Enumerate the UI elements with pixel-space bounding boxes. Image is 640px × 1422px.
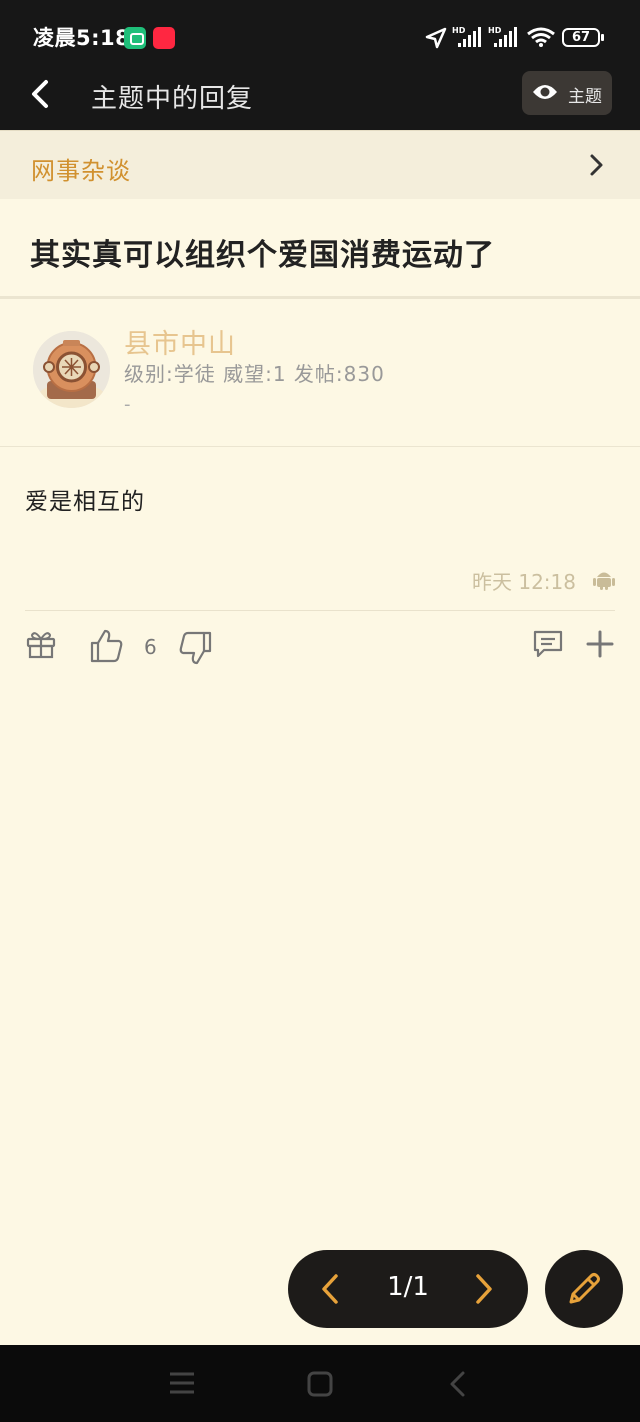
- thumbs-up-icon[interactable]: [89, 628, 125, 664]
- cell-signal-1-icon: HD: [452, 26, 481, 47]
- status-bar: 凌晨5:18 HD HD 67: [0, 0, 640, 76]
- pager: 1/1: [288, 1250, 528, 1328]
- thread-title[interactable]: 其实真可以组织个爱国消费运动了: [30, 230, 495, 274]
- location-icon: [425, 27, 447, 49]
- wifi-icon: [527, 27, 555, 47]
- diving-helmet-avatar-icon: [33, 331, 110, 408]
- like-count: 6: [144, 635, 157, 659]
- chevron-right-icon: [590, 154, 603, 176]
- author-signature: -: [124, 394, 131, 415]
- eye-icon: [533, 85, 557, 99]
- menu-icon[interactable]: [168, 1371, 196, 1395]
- plus-icon[interactable]: [586, 630, 614, 658]
- svg-text:HD: HD: [452, 26, 466, 35]
- topic-button-label: 主题: [568, 87, 602, 107]
- app-notification-icon: [153, 27, 175, 49]
- svg-text:HD: HD: [488, 26, 502, 35]
- cell-signal-2-icon: HD: [488, 26, 517, 47]
- author-meta: 级别:学徒 威望:1 发帖:830: [124, 362, 385, 386]
- battery-indicator: 67: [562, 28, 604, 47]
- home-icon[interactable]: [306, 1370, 334, 1398]
- app-bar: 主题中的回复 主题: [0, 71, 640, 130]
- avatar[interactable]: [33, 331, 110, 408]
- status-time: 凌晨5:18: [33, 26, 131, 50]
- divider: [0, 296, 640, 299]
- divider: [0, 446, 640, 447]
- back-arrow-icon: [32, 80, 48, 108]
- compose-button[interactable]: [545, 1250, 623, 1328]
- post-content: 爱是相互的: [25, 489, 145, 515]
- system-nav-bar: [0, 1345, 640, 1422]
- gift-icon[interactable]: [25, 628, 57, 660]
- nav-back-icon[interactable]: [446, 1370, 470, 1398]
- post-time: 昨天 12:18: [472, 570, 576, 594]
- topic-button[interactable]: 主题: [522, 71, 612, 115]
- next-page-button[interactable]: [466, 1270, 502, 1308]
- wechat-notification-icon: [124, 27, 146, 49]
- thumbs-down-icon[interactable]: [177, 630, 213, 666]
- back-button[interactable]: [22, 76, 62, 116]
- pencil-icon: [569, 1273, 600, 1304]
- divider: [25, 610, 615, 611]
- author-name[interactable]: 县市中山: [124, 322, 236, 361]
- forum-link[interactable]: 网事杂谈: [0, 130, 640, 199]
- page-title: 主题中的回复: [91, 84, 254, 114]
- android-icon: [593, 572, 615, 590]
- comment-icon[interactable]: [532, 629, 564, 659]
- forum-name: 网事杂谈: [31, 157, 131, 185]
